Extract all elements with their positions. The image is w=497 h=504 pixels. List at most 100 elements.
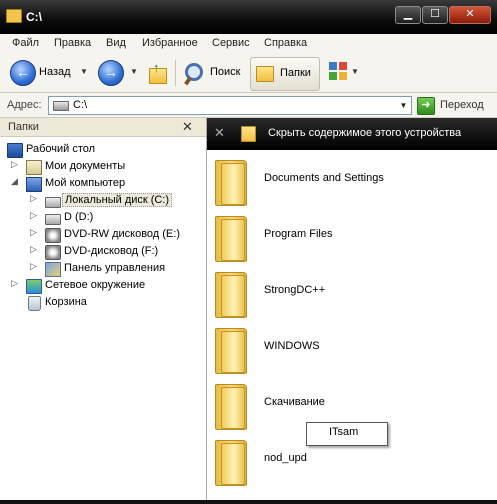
tree-label: Корзина bbox=[45, 296, 87, 308]
drive-icon bbox=[53, 101, 69, 111]
minimize-button[interactable]: ▁ bbox=[395, 6, 421, 24]
folder-name: Documents and Settings bbox=[264, 172, 384, 184]
expand-icon[interactable]: ▷ bbox=[30, 244, 37, 255]
folder-icon bbox=[215, 384, 247, 430]
tree-label: Мой компьютер bbox=[45, 177, 126, 189]
folder-icon bbox=[215, 160, 247, 206]
tree-label: Рабочий стол bbox=[26, 143, 96, 155]
maximize-button[interactable]: ☐ bbox=[422, 6, 448, 24]
collapse-icon[interactable]: ◢ bbox=[11, 176, 18, 187]
up-arrow-icon: ↑ bbox=[153, 60, 160, 75]
tree-label: Панель управления bbox=[64, 262, 166, 274]
expand-icon[interactable]: ▷ bbox=[11, 278, 18, 289]
folder-windows[interactable]: WINDOWS bbox=[207, 328, 497, 384]
tasks-close-icon[interactable]: ✕ bbox=[214, 125, 225, 141]
tree-label: DVD-дисковод (F:) bbox=[64, 245, 159, 257]
address-label: Адрес: bbox=[7, 99, 42, 111]
address-bar: Адрес: C:\ ▼ ➜ Переход bbox=[0, 93, 497, 118]
search-handle bbox=[184, 76, 192, 86]
up-folder-button[interactable]: ↑ bbox=[147, 60, 167, 84]
dvd-icon bbox=[45, 245, 61, 260]
folder-documents-and-settings[interactable]: Documents and Settings bbox=[207, 160, 497, 216]
menu-edit[interactable]: Правка bbox=[54, 37, 91, 49]
local-disk-icon bbox=[45, 197, 61, 208]
menu-favorites[interactable]: Избранное bbox=[142, 37, 198, 49]
window-bottom-border bbox=[0, 500, 497, 504]
dvd-rw-icon bbox=[45, 228, 61, 243]
folder-name: WINDOWS bbox=[264, 340, 320, 352]
expand-icon[interactable]: ▷ bbox=[30, 193, 37, 204]
disk-icon bbox=[45, 214, 61, 225]
views-icon bbox=[329, 62, 337, 70]
tree-item-dvd-f[interactable]: ▷ DVD-дисковод (F:) bbox=[0, 244, 200, 260]
folder-icon bbox=[215, 216, 247, 262]
explorer-window: C:\ ▁ ☐ ✕ Файл Правка Вид Избранное Серв… bbox=[0, 0, 497, 504]
back-dropdown-icon[interactable]: ▼ bbox=[80, 67, 88, 76]
recycle-bin-icon bbox=[28, 296, 41, 311]
tree-item-desktop[interactable]: Рабочий стол bbox=[0, 142, 200, 158]
expand-icon[interactable]: ▷ bbox=[30, 227, 37, 238]
toolbar-separator bbox=[175, 60, 176, 86]
tree-label: DVD-RW дисковод (E:) bbox=[64, 228, 180, 240]
go-button[interactable]: Переход bbox=[440, 99, 484, 111]
folders-label: Папки bbox=[280, 67, 311, 79]
back-button[interactable]: ← Назад bbox=[10, 60, 82, 86]
folder-strongdc[interactable]: StrongDC++ bbox=[207, 272, 497, 328]
search-button[interactable]: Поиск bbox=[183, 61, 243, 86]
address-input[interactable]: C:\ ▼ bbox=[48, 96, 412, 115]
address-value: C:\ bbox=[73, 99, 88, 111]
tree-item-disk-d[interactable]: ▷ D (D:) bbox=[0, 210, 200, 226]
folder-icon bbox=[6, 9, 22, 23]
menu-help[interactable]: Справка bbox=[264, 37, 307, 49]
control-panel-icon bbox=[45, 262, 61, 277]
tree-item-control-panel[interactable]: ▷ Панель управления bbox=[0, 261, 200, 277]
tree-item-my-documents[interactable]: ▷ Мои документы bbox=[0, 159, 200, 175]
close-button[interactable]: ✕ bbox=[449, 6, 491, 24]
tree-item-network[interactable]: ▷ Сетевое окружение bbox=[0, 278, 200, 294]
folder-icon bbox=[215, 328, 247, 374]
expand-icon[interactable]: ▷ bbox=[30, 210, 37, 221]
folders-button[interactable]: Папки bbox=[250, 57, 320, 91]
forward-button[interactable]: → bbox=[98, 60, 124, 86]
folders-panel-close-icon[interactable]: ✕ bbox=[182, 119, 193, 135]
folder-icon bbox=[215, 272, 247, 318]
views-icon-part bbox=[339, 62, 347, 70]
tooltip-text: ITsam bbox=[329, 426, 359, 438]
hide-contents-bar[interactable]: ✕ Скрыть содержимое этого устройства bbox=[207, 118, 497, 150]
go-arrow-icon[interactable]: ➜ bbox=[417, 97, 435, 115]
views-icon-part bbox=[329, 72, 337, 80]
search-label: Поиск bbox=[210, 66, 241, 78]
my-computer-icon bbox=[26, 177, 42, 192]
forward-arrow-icon: → bbox=[98, 60, 124, 86]
tree-item-recycle-bin[interactable]: Корзина bbox=[0, 295, 200, 311]
folders-panel-title: Папки bbox=[8, 121, 39, 133]
address-dropdown-icon[interactable]: ▼ bbox=[396, 97, 411, 114]
views-button[interactable]: ▼ bbox=[329, 62, 359, 84]
tree-label: Сетевое окружение bbox=[45, 279, 146, 291]
folder-name: Program Files bbox=[264, 228, 333, 240]
folder-program-files[interactable]: Program Files bbox=[207, 216, 497, 272]
forward-dropdown-icon[interactable]: ▼ bbox=[130, 67, 138, 76]
folder-name: nod_upd bbox=[264, 452, 307, 464]
folders-icon bbox=[256, 66, 274, 82]
folder-nod-upd[interactable]: nod_upd bbox=[207, 440, 497, 496]
expand-icon[interactable]: ▷ bbox=[30, 261, 37, 272]
tree-item-dvd-rw-e[interactable]: ▷ DVD-RW дисковод (E:) bbox=[0, 227, 200, 243]
tooltip: ITsam bbox=[306, 422, 388, 446]
tree-item-local-disk-c[interactable]: ▷ Локальный диск (C:) bbox=[0, 193, 200, 209]
folder-name: StrongDC++ bbox=[264, 284, 326, 296]
tree-label-selected: Локальный диск (C:) bbox=[62, 193, 173, 207]
hide-contents-link[interactable]: Скрыть содержимое этого устройства bbox=[268, 127, 461, 139]
network-icon bbox=[26, 279, 42, 294]
menu-file[interactable]: Файл bbox=[12, 37, 39, 49]
my-documents-icon bbox=[26, 160, 42, 175]
tree-item-my-computer[interactable]: ◢ Мой компьютер bbox=[0, 176, 200, 192]
folders-panel-header: Папки ✕ bbox=[0, 118, 206, 137]
menu-tools[interactable]: Сервис bbox=[212, 37, 250, 49]
toolbar: ← Назад ▼ → ▼ ↑ Поиск Папки ▼ bbox=[0, 54, 497, 93]
expand-icon[interactable]: ▷ bbox=[11, 159, 18, 170]
folders-panel: Папки ✕ Рабочий стол ▷ Мои документы ◢ М… bbox=[0, 118, 207, 504]
tree-label: Мои документы bbox=[45, 160, 126, 172]
title-bar[interactable]: C:\ ▁ ☐ ✕ bbox=[0, 0, 497, 34]
menu-view[interactable]: Вид bbox=[106, 37, 126, 49]
